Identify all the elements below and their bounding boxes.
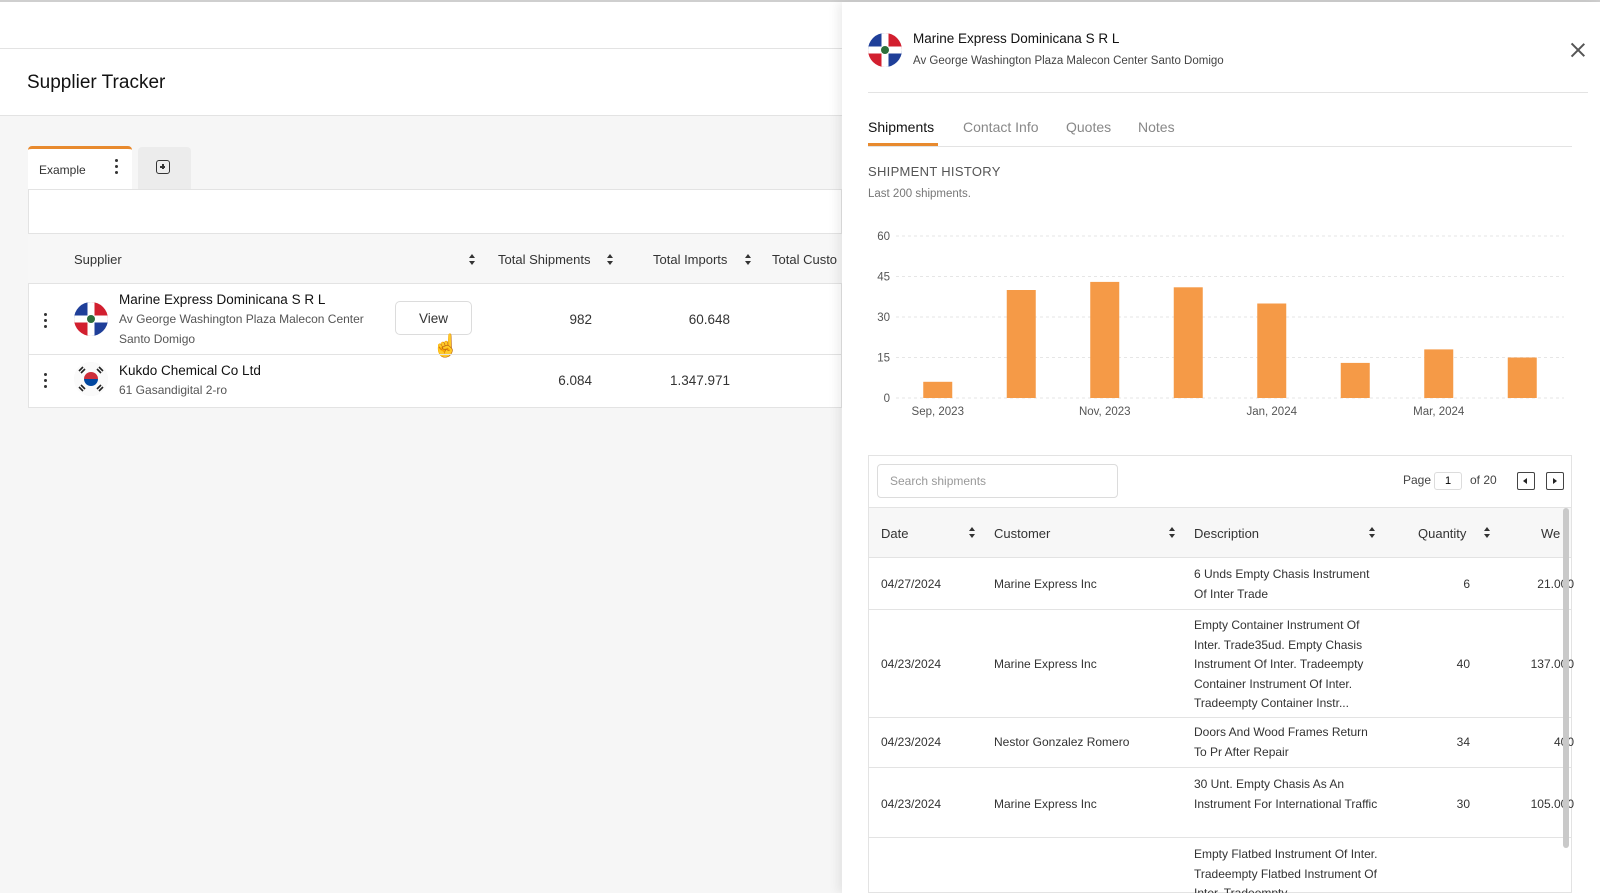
shipment-history-subtitle: Last 200 shipments.: [868, 188, 971, 200]
y-tick-label: 60: [877, 231, 890, 243]
shipment-history-title: SHIPMENT HISTORY: [868, 164, 1001, 179]
ship-customer: Marine Express Inc: [994, 577, 1097, 591]
col-total-shipments[interactable]: Total Shipments: [498, 252, 591, 267]
col-date[interactable]: Date: [881, 526, 908, 541]
bar[interactable]: [923, 381, 953, 398]
page-label: Page: [1403, 473, 1432, 487]
tab-contact-info[interactable]: Contact Info: [963, 119, 1039, 135]
dominican-republic-flag-icon: [868, 33, 902, 67]
y-tick-label: 0: [884, 393, 890, 405]
sort-icon[interactable]: [1484, 527, 1490, 539]
col-supplier[interactable]: Supplier: [74, 252, 122, 267]
ship-date: 04/23/2024: [881, 797, 942, 811]
ship-description: 6 Unds Empty Chasis Instrument Of Inter …: [1194, 567, 1370, 601]
row-menu-icon[interactable]: [43, 313, 47, 328]
tab-shipments[interactable]: Shipments: [868, 119, 934, 135]
y-tick-label: 15: [877, 353, 890, 365]
tab-quotes[interactable]: Quotes: [1066, 119, 1111, 135]
col-total-customers[interactable]: Total Custo: [772, 252, 837, 267]
col-description[interactable]: Description: [1194, 526, 1259, 541]
shipment-history-chart: 0 15 30 45 60 Sep, 2023 Nov, 2023 Jan, 2024 Mar,…: [877, 231, 1564, 418]
table-scrollbar[interactable]: [1563, 508, 1569, 848]
x-tick-label: Jan, 2024: [1246, 406, 1297, 418]
plus-square-icon: [156, 160, 170, 174]
ship-date: 04/23/2024: [881, 657, 942, 671]
bar[interactable]: [1507, 357, 1537, 399]
ship-date: 04/27/2024: [881, 577, 942, 591]
next-page-button[interactable]: [1546, 472, 1564, 490]
col-total-imports[interactable]: Total Imports: [653, 252, 727, 267]
active-tab-indicator: [868, 143, 938, 146]
add-tab-button[interactable]: [138, 147, 191, 189]
search-shipments-input[interactable]: [877, 464, 1118, 498]
bar[interactable]: [1090, 281, 1120, 398]
tab-notes[interactable]: Notes: [1138, 119, 1175, 135]
y-tick-label: 45: [877, 272, 890, 284]
ship-description: 30 Unt. Empty Chasis As An Instrument Fo…: [1194, 777, 1378, 811]
sort-icon[interactable]: [745, 254, 751, 266]
sort-icon[interactable]: [607, 254, 613, 266]
divider: [868, 92, 1588, 93]
bar[interactable]: [1424, 349, 1454, 398]
ship-customer: Marine Express Inc: [994, 657, 1097, 671]
row-divider: [869, 767, 1571, 768]
close-icon[interactable]: [1568, 40, 1588, 60]
total-imports-value: 60.648: [688, 312, 730, 327]
bar[interactable]: [1340, 362, 1370, 398]
total-imports-value: 1.347.971: [669, 373, 730, 388]
y-tick-label: 30: [877, 312, 890, 324]
x-tick-label: Mar, 2024: [1413, 406, 1465, 418]
hand-cursor-icon: ☝: [432, 333, 460, 358]
row-divider: [869, 837, 1571, 838]
ship-quantity: 6: [1463, 577, 1470, 591]
ship-customer: Nestor Gonzalez Romero: [994, 735, 1130, 749]
ship-quantity: 34: [1456, 735, 1470, 749]
x-tick-label: Nov, 2023: [1079, 406, 1131, 418]
supplier-name[interactable]: Kukdo Chemical Co Ltd: [119, 363, 261, 378]
supplier-address: Av George Washington Plaza Malecon Cente…: [119, 312, 364, 326]
tab-menu-icon[interactable]: [114, 159, 118, 174]
col-quantity[interactable]: Quantity: [1418, 526, 1466, 541]
bar[interactable]: [1257, 303, 1287, 399]
ship-description: Empty Flatbed Instrument Of Inter. Trade…: [1194, 847, 1378, 893]
bar[interactable]: [1006, 290, 1036, 398]
col-weight[interactable]: We: [1541, 526, 1560, 541]
page-total: of 20: [1470, 473, 1497, 487]
panel-title: Marine Express Dominicana S R L: [913, 31, 1120, 46]
ship-customer: Marine Express Inc: [994, 797, 1097, 811]
col-customer[interactable]: Customer: [994, 526, 1050, 541]
sort-icon[interactable]: [1169, 527, 1175, 539]
sort-icon[interactable]: [1369, 527, 1375, 539]
dominican-republic-flag-icon: [74, 302, 108, 336]
page-number-input[interactable]: [1434, 472, 1462, 490]
view-button[interactable]: View: [395, 301, 472, 335]
ship-description: Empty Container Instrument Of Inter. Tra…: [1194, 618, 1364, 710]
prev-page-button[interactable]: [1517, 472, 1535, 490]
supplier-name[interactable]: Marine Express Dominicana S R L: [119, 292, 325, 307]
x-tick-label: Sep, 2023: [912, 406, 964, 418]
bar[interactable]: [1173, 287, 1203, 398]
ship-description: Doors And Wood Frames Return To Pr After…: [1194, 725, 1368, 759]
ship-quantity: 40: [1456, 657, 1470, 671]
row-divider: [869, 717, 1571, 718]
sort-icon[interactable]: [969, 527, 975, 539]
total-shipments-value: 982: [569, 312, 592, 327]
sort-icon[interactable]: [469, 254, 475, 266]
page-title: Supplier Tracker: [27, 72, 166, 93]
supplier-address-city: Santo Domigo: [119, 332, 196, 346]
row-divider: [869, 609, 1571, 610]
app-header: [0, 2, 842, 49]
ship-date: 04/23/2024: [881, 735, 942, 749]
south-korea-flag-icon: [74, 362, 108, 396]
tab-label: Example: [39, 163, 86, 177]
row-divider: [28, 354, 842, 355]
row-menu-icon[interactable]: [43, 373, 47, 388]
panel-subtitle: Av George Washington Plaza Malecon Cente…: [913, 55, 1224, 67]
tab-example[interactable]: Example: [28, 146, 132, 189]
tabs-divider: [868, 146, 1572, 147]
ship-quantity: 30: [1456, 797, 1470, 811]
supplier-address: 61 Gasandigital 2-ro: [119, 383, 228, 397]
total-shipments-value: 6.084: [558, 373, 592, 388]
